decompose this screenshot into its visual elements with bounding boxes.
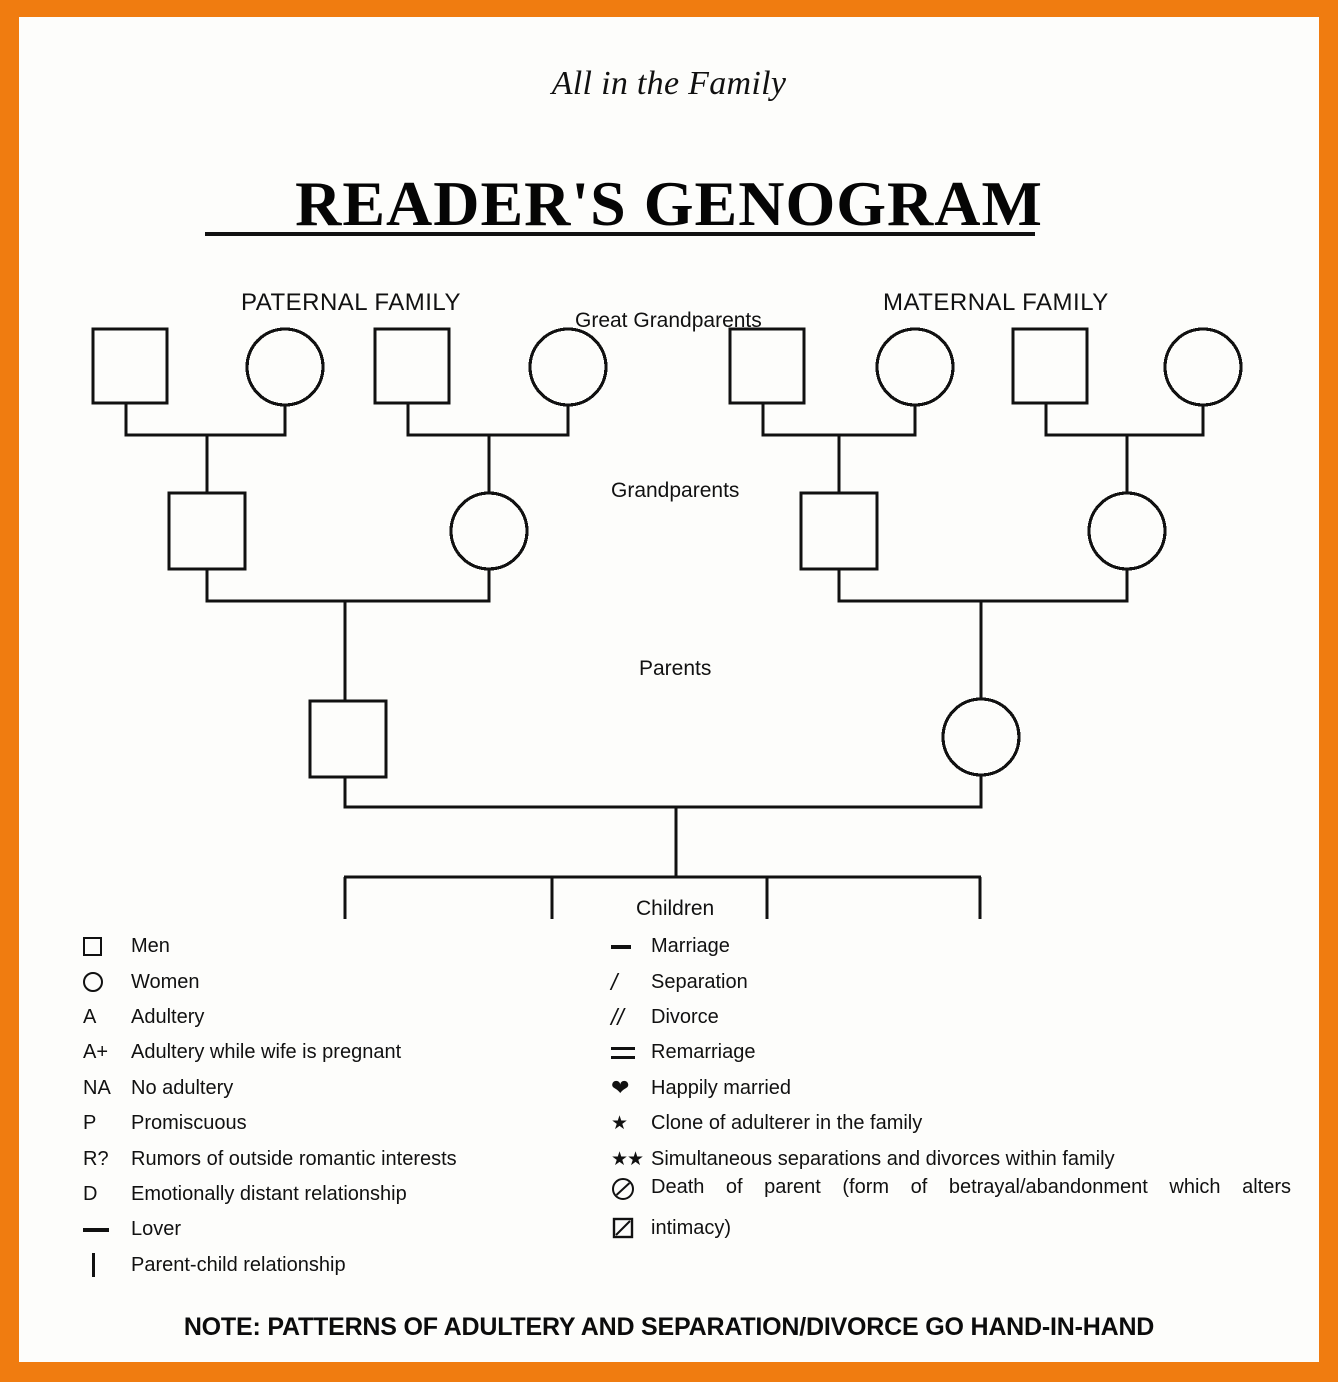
ggp-p2-marriage-line xyxy=(406,403,570,437)
legend-label: Simultaneous separations and divorces wi… xyxy=(651,1147,1115,1170)
no-adultery-code: NA xyxy=(83,1076,111,1099)
grandparent-paternal-male xyxy=(167,491,247,571)
legend-label: Clone of adulterer in the family xyxy=(651,1112,923,1135)
legend-item-women: Women xyxy=(79,964,639,999)
legend-item-men: Men xyxy=(79,929,639,964)
legend-item-intimacy-cont: intimacy) xyxy=(607,1211,1307,1246)
legend-column-left: Men Women A Adultery A+ Adultery while w… xyxy=(79,929,639,1283)
circle-icon xyxy=(79,972,131,993)
legend-item-lover: Lover xyxy=(79,1212,639,1247)
legend-item-parent-child: Parent-child relationship xyxy=(79,1248,639,1283)
promiscuous-code: P xyxy=(83,1112,97,1135)
slashed-circle-icon xyxy=(607,1177,651,1201)
page-border: All in the Family READER'S GENOGRAM PATE… xyxy=(0,0,1338,1382)
ggp-m2-marriage-line xyxy=(1044,403,1205,437)
legend-item-promiscuous: P Promiscuous xyxy=(79,1106,639,1141)
legend-item-death-of-parent: Death of parent (form of betrayal/abando… xyxy=(607,1175,1307,1211)
ggp-p1-female xyxy=(245,327,325,407)
legend-label: Women xyxy=(131,970,200,993)
adultery-code: A xyxy=(83,1005,97,1028)
horizontal-line-icon xyxy=(607,944,651,949)
slash-icon: / xyxy=(611,968,618,995)
parent-mother xyxy=(941,697,1021,777)
legend-column-right: Marriage / Separation // Divorce Remarri… xyxy=(607,929,1307,1246)
legend-item-no-adultery: NA No adultery xyxy=(79,1071,639,1106)
square-icon xyxy=(79,937,131,957)
ggp-p2-female xyxy=(528,327,608,407)
ggp-m2-male xyxy=(1011,327,1089,405)
double-line-icon xyxy=(607,1046,651,1059)
vertical-line-icon xyxy=(79,1253,131,1278)
slashed-square-icon xyxy=(607,1216,651,1240)
legend-item-rumors: R? Rumors of outside romantic interests xyxy=(79,1141,639,1176)
legend-label: No adultery xyxy=(131,1076,234,1099)
ggp-m2-female xyxy=(1163,327,1243,407)
legend-label: Death of parent (form of betrayal/abando… xyxy=(651,1175,1291,1198)
parent-father xyxy=(308,699,388,779)
legend-label: Remarriage xyxy=(651,1041,756,1064)
note-text: NOTE: PATTERNS OF ADULTERY AND SEPARATIO… xyxy=(183,1313,1155,1341)
legend-label: Divorce xyxy=(651,1005,719,1028)
legend-label: Marriage xyxy=(651,935,730,958)
legend-label: Adultery while wife is pregnant xyxy=(131,1041,402,1064)
ggp-p1-marriage-line xyxy=(124,403,287,437)
ggp-p2-male xyxy=(373,327,451,405)
parents-marriage-line xyxy=(343,775,983,809)
legend-item-distant: D Emotionally distant relationship xyxy=(79,1177,639,1212)
genogram-sheet: All in the Family READER'S GENOGRAM PATE… xyxy=(19,17,1319,1362)
legend-label: intimacy) xyxy=(651,1216,732,1239)
legend-item-clone-adulterer: ★ Clone of adulterer in the family xyxy=(607,1106,1307,1141)
legend-item-divorce: // Divorce xyxy=(607,1000,1307,1035)
ggp-p1-male xyxy=(91,327,169,405)
ggp-m1-female xyxy=(875,327,955,407)
distant-code: D xyxy=(83,1182,98,1205)
adultery-pregnant-code: A+ xyxy=(83,1041,109,1064)
legend-item-adultery: A Adultery xyxy=(79,1000,639,1035)
legend-label: Lover xyxy=(131,1218,182,1241)
legend-label: Adultery xyxy=(131,1005,205,1028)
legend: Men Women A Adultery A+ Adultery while w… xyxy=(19,929,1319,1309)
grandparent-maternal-female xyxy=(1087,491,1167,571)
legend-item-adultery-pregnant: A+ Adultery while wife is pregnant xyxy=(79,1035,639,1070)
legend-item-marriage: Marriage xyxy=(607,929,1307,964)
legend-label: Separation xyxy=(651,970,748,993)
grandparent-maternal-marriage-line xyxy=(837,569,1129,603)
legend-label: Rumors of outside romantic interests xyxy=(131,1147,457,1170)
ggp-m1-marriage-line xyxy=(761,403,917,437)
grandparent-maternal-male xyxy=(799,491,879,571)
legend-label: Parent-child relationship xyxy=(131,1253,346,1276)
legend-item-separation: / Separation xyxy=(607,964,1307,999)
legend-item-simultaneous: ★★ Simultaneous separations and divorces… xyxy=(607,1141,1307,1176)
legend-item-remarriage: Remarriage xyxy=(607,1035,1307,1070)
legend-item-happily-married: ❤ Happily married xyxy=(607,1071,1307,1106)
grandparent-paternal-marriage-line xyxy=(205,569,491,603)
rumors-code: R? xyxy=(83,1147,109,1170)
horizontal-line-icon xyxy=(79,1228,131,1232)
legend-label: Men xyxy=(131,935,170,958)
star-icon: ★ xyxy=(611,1113,629,1135)
legend-label: Emotionally distant relationship xyxy=(131,1182,407,1205)
double-star-icon: ★★ xyxy=(611,1148,644,1170)
legend-label: Promiscuous xyxy=(131,1112,247,1135)
ggp-m1-male xyxy=(728,327,806,405)
grandparent-paternal-female xyxy=(449,491,529,571)
double-slash-icon: // xyxy=(611,1003,624,1030)
heart-icon: ❤ xyxy=(611,1075,630,1101)
legend-label: Happily married xyxy=(651,1076,792,1099)
